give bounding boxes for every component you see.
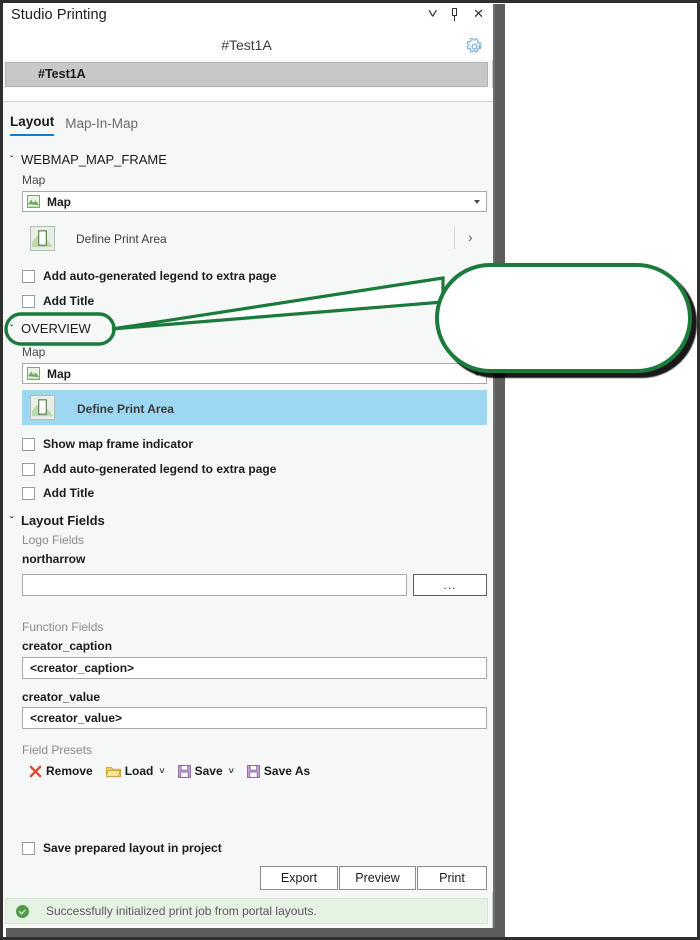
- creator-value-input[interactable]: <creator_value>: [22, 707, 487, 729]
- close-icon[interactable]: ✕: [473, 7, 484, 21]
- floppy-icon: [246, 764, 260, 778]
- panel-right-edge-highlight: [493, 4, 495, 936]
- checkbox-save-prepared-layout[interactable]: [22, 842, 35, 855]
- define-print-area-label-overview: Define Print Area: [77, 402, 174, 416]
- browse-button[interactable]: ...: [413, 574, 487, 596]
- layout-name-heading: #Test1A: [221, 37, 272, 53]
- define-print-area-icon: [30, 395, 55, 420]
- preset-load-button[interactable]: Load ˅: [101, 762, 170, 780]
- label-function-fields: Function Fields: [22, 620, 104, 634]
- caret-down-icon: ˇ: [10, 324, 14, 335]
- gear-icon[interactable]: [466, 38, 483, 55]
- checkbox-add-title-overview[interactable]: [22, 487, 35, 500]
- checkbox-label-add-title-webmap: Add Title: [43, 294, 95, 308]
- section-title-webmap: WEBMAP_MAP_FRAME: [21, 152, 167, 167]
- tab-layout[interactable]: Layout: [10, 114, 55, 136]
- header-spacer: [0, 88, 493, 101]
- checkbox-label-save-prepared-layout: Save prepared layout in project: [43, 841, 222, 855]
- label-creator-caption: creator_caption: [22, 639, 113, 653]
- pin-icon[interactable]: [449, 7, 460, 21]
- checkbox-show-map-frame-indicator[interactable]: [22, 438, 35, 451]
- checkbox-label-add-title-overview: Add Title: [43, 486, 95, 500]
- northarrow-input[interactable]: [22, 574, 407, 596]
- creator-value-value: <creator_value>: [30, 711, 123, 725]
- checkbox-label-add-legend-webmap: Add auto-generated legend to extra page: [43, 269, 277, 283]
- map-dropdown-webmap[interactable]: Map: [22, 191, 487, 212]
- layout-header-row: #Test1A: [0, 32, 493, 60]
- export-button[interactable]: Export: [260, 866, 338, 890]
- floppy-icon: [177, 764, 191, 778]
- section-title-layout-fields: Layout Fields: [21, 513, 105, 528]
- preset-remove-button[interactable]: Remove: [24, 762, 98, 780]
- preset-save-as-label: Save As: [263, 764, 311, 778]
- label-map-overview: Map: [22, 345, 46, 359]
- map-dropdown-value-overview: Map: [47, 367, 71, 381]
- label-northarrow: northarrow: [22, 552, 86, 566]
- success-check-icon: [16, 905, 29, 918]
- label-field-presets: Field Presets: [22, 743, 93, 757]
- selected-layout-item[interactable]: #Test1A: [5, 62, 488, 87]
- checkbox-label-add-legend-overview: Add auto-generated legend to extra page: [43, 462, 277, 476]
- caret-down-icon: ˇ: [10, 155, 14, 166]
- panel-bottom-edge: [6, 928, 505, 938]
- map-dropdown-value-webmap: Map: [47, 195, 71, 209]
- window-title: Studio Printing: [11, 7, 107, 23]
- chevron-down-icon[interactable]: ˅: [159, 766, 164, 776]
- section-header-overview[interactable]: ˇ OVERVIEW: [10, 321, 91, 336]
- chevron-down-icon: [474, 200, 480, 204]
- checkbox-label-show-map-frame-indicator: Show map frame indicator: [43, 437, 194, 451]
- preset-save-as-button[interactable]: Save As: [242, 762, 315, 780]
- label-map-webmap: Map: [22, 173, 46, 187]
- field-presets-toolbar: Remove Load ˅ Save ˅ Save As: [24, 762, 315, 780]
- preset-save-button[interactable]: Save ˅: [173, 762, 239, 780]
- label-creator-value: creator_value: [22, 690, 101, 704]
- window-controls: ˅ ✕: [427, 7, 484, 21]
- checkbox-add-legend-webmap[interactable]: [22, 270, 35, 283]
- tab-map-in-map[interactable]: Map-In-Map: [65, 116, 138, 136]
- panel-body: Layout Map-In-Map ˇ WEBMAP_MAP_FRAME Map …: [0, 102, 493, 892]
- section-header-layout-fields[interactable]: ˇ Layout Fields: [10, 513, 105, 528]
- status-bar: Successfully initialized print job from …: [5, 898, 488, 924]
- define-print-area-icon: [30, 226, 55, 251]
- creator-caption-input[interactable]: <creator_caption>: [22, 657, 487, 679]
- print-button[interactable]: Print: [417, 866, 487, 890]
- creator-caption-value: <creator_caption>: [30, 661, 135, 675]
- chevron-down-icon[interactable]: ˅: [229, 766, 234, 776]
- preset-remove-label: Remove: [46, 764, 93, 778]
- preset-load-label: Load: [124, 764, 154, 778]
- section-title-overview: OVERVIEW: [21, 321, 91, 336]
- window-title-bar: Studio Printing ˅ ✕: [0, 0, 493, 32]
- row-separator: [454, 227, 455, 249]
- label-logo-fields: Logo Fields: [22, 533, 85, 547]
- map-layer-icon: [27, 367, 40, 380]
- chevron-down-icon: [474, 372, 480, 376]
- define-print-area-label-webmap: Define Print Area: [76, 232, 167, 246]
- checkbox-add-title-webmap[interactable]: [22, 295, 35, 308]
- section-header-webmap-map-frame[interactable]: ˇ WEBMAP_MAP_FRAME: [10, 152, 167, 167]
- chevron-down-icon[interactable]: ˅: [427, 7, 437, 21]
- checkbox-add-legend-overview[interactable]: [22, 463, 35, 476]
- x-icon: [29, 765, 42, 777]
- preset-save-label: Save: [194, 764, 223, 778]
- define-print-area-row-webmap[interactable]: Define Print Area ›: [30, 221, 487, 255]
- define-print-area-row-overview[interactable]: Define Print Area: [22, 390, 487, 425]
- caret-down-icon: ˇ: [10, 516, 14, 527]
- status-message: Successfully initialized print job from …: [46, 904, 317, 918]
- folder-icon: [105, 766, 121, 777]
- chevron-right-icon[interactable]: ›: [468, 229, 473, 245]
- map-dropdown-overview[interactable]: Map: [22, 363, 487, 384]
- tab-bar: Layout Map-In-Map: [10, 114, 138, 136]
- preview-button[interactable]: Preview: [339, 866, 416, 890]
- map-layer-icon: [27, 195, 40, 208]
- selected-layout-label: #Test1A: [38, 67, 86, 81]
- studio-printing-panel: Studio Printing ˅ ✕ #Test1A #Test1A Layo…: [0, 0, 493, 928]
